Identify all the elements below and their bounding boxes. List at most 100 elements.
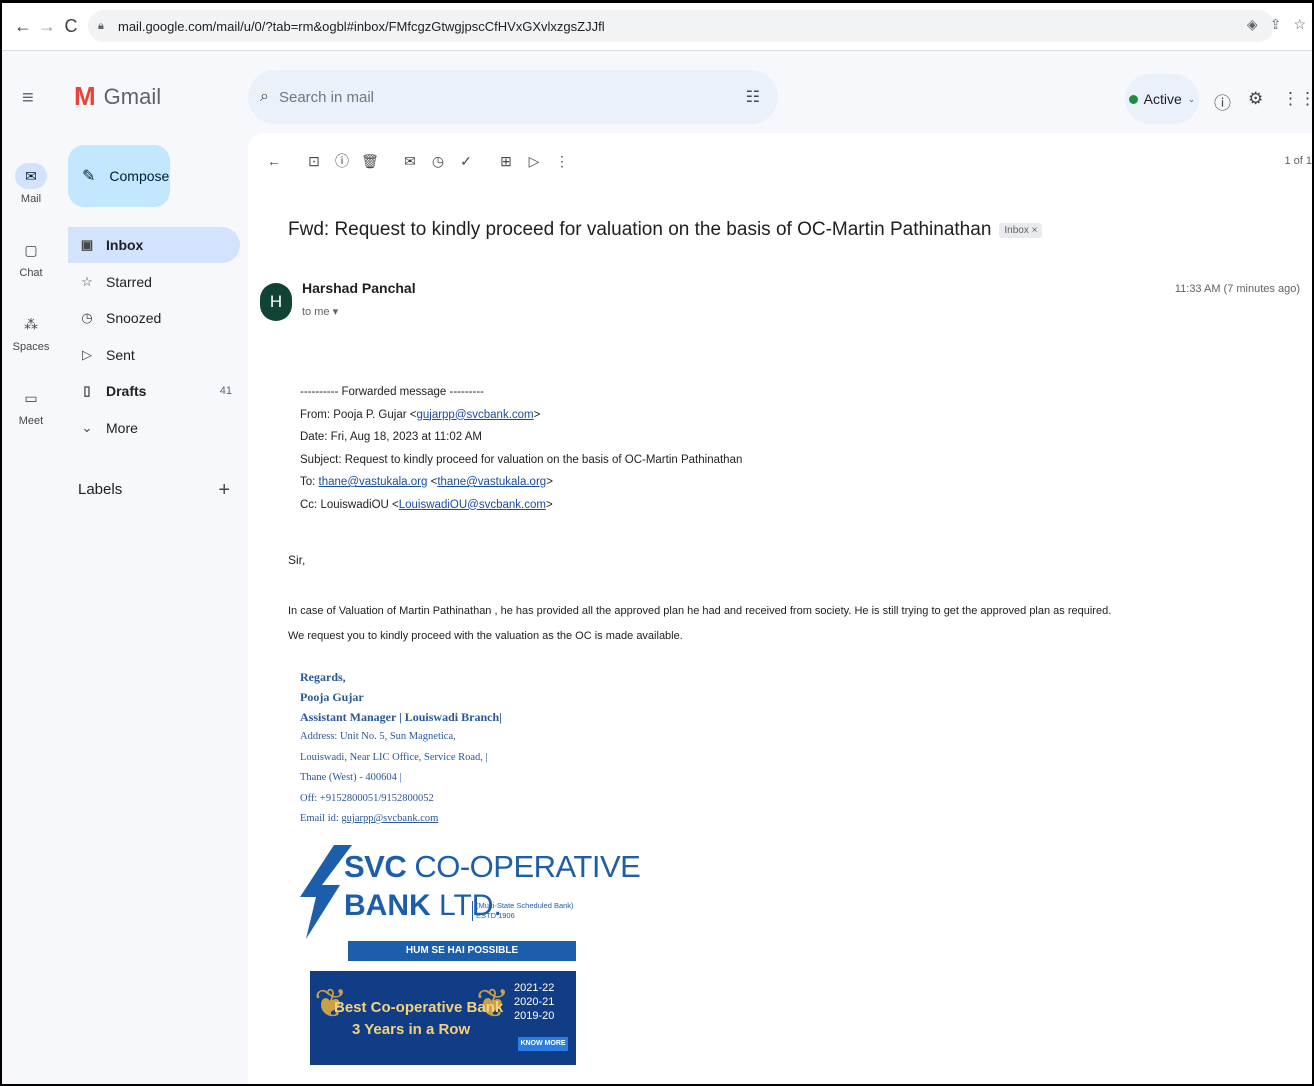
sender-avatar[interactable]: H [260, 283, 292, 321]
sidebar-item-starred[interactable]: ☆ Starred [68, 264, 240, 300]
bank-logo-tagline: (Multi-State Scheduled Bank) ESTD 1906 [472, 901, 574, 921]
address-bar[interactable]: 🔒︎ mail.google.com/mail/u/0/?tab=rm&ogbl… [88, 10, 1274, 42]
sidebar-item-snoozed[interactable]: ◷ Snoozed [68, 300, 240, 336]
email-subject: Fwd: Request to kindly proceed for valua… [288, 219, 992, 240]
gear-icon[interactable]: ⚙ [1248, 89, 1263, 109]
sidebar-item-more[interactable]: ⌄ More [68, 410, 240, 446]
to-email-link-2[interactable]: thane@vastukala.org [437, 476, 546, 488]
cc-email-link[interactable]: LouiswadiOU@svcbank.com [399, 499, 546, 511]
message-body: In case of Valuation of Martin Pathinath… [288, 599, 1188, 649]
sidebar-item-inbox[interactable]: ▣ Inbox [68, 227, 240, 263]
compose-button[interactable]: ✎ Compose [68, 145, 170, 207]
email-signature: Regards, Pooja Gujar Assistant Manager |… [300, 667, 502, 830]
bank-logo-line-1: SVC CO-OPERATIVE [344, 849, 641, 884]
apps-grid-icon[interactable]: ⋮⋮ [1282, 89, 1312, 109]
draft-icon: ▯ [83, 383, 91, 398]
signature-email-link[interactable]: gujarpp@svcbank.com [341, 813, 438, 824]
signature-email: Email id: gujarpp@svcbank.com [300, 813, 439, 824]
bank-slogan-strip: HUM SE HAI POSSIBLE [348, 941, 576, 961]
add-task-icon[interactable]: ✓ [452, 153, 480, 170]
cc-line: Cc: LouiswadiOU <LouiswadiOU@svcbank.com… [300, 498, 553, 511]
message-view: ← ⊡ ⓘ 🗑︎ ✉ ◷ ✓ ⊞ ▷ ⋮ 1 of 1 Fwd: Request… [248, 133, 1312, 1084]
gmail-m-icon: M [74, 81, 96, 111]
signature-phone: Off: +9152800051/9152800052 [300, 792, 434, 804]
gmail-window: ← → C 🔒︎ mail.google.com/mail/u/0/?tab=r… [0, 0, 1314, 1086]
report-spam-icon[interactable]: ⓘ [328, 151, 356, 171]
spaces-icon: ⁂ [24, 316, 38, 332]
labels-heading: Labels [78, 481, 123, 498]
help-icon[interactable]: ⓘ [1214, 89, 1231, 114]
sidebar-nav: ▣ Inbox ☆ Starred ◷ Snoozed ▷ Sent ▯ Dra… [68, 227, 240, 446]
move-to-icon[interactable]: ⊞ [492, 153, 520, 170]
award-banner[interactable]: ❦ ❦ Best Co-operative Bank 3 Years in a … [310, 971, 576, 1065]
drafts-count: 41 [219, 385, 232, 397]
banner-line-2: 3 Years in a Row [352, 1021, 471, 1038]
url-text: mail.google.com/mail/u/0/?tab=rm&ogbl#in… [118, 18, 605, 34]
inbox-label-chip[interactable]: Inbox × [999, 222, 1043, 238]
bank-logo: SVC CO-OPERATIVE BANK LTD. (Multi-State … [300, 845, 641, 975]
to-email-link[interactable]: thane@vastukala.org [319, 476, 428, 488]
main-menu-icon[interactable]: ≡ [22, 87, 34, 110]
know-more-button[interactable]: KNOW MORE [518, 1037, 568, 1051]
search-icon[interactable]: ⌕ [260, 88, 269, 106]
message-timestamp: 11:33 AM (7 minutes ago) [1174, 283, 1300, 295]
forwarded-header: ---------- Forwarded message --------- F… [300, 381, 742, 516]
banner-line-1: Best Co-operative Bank [334, 999, 504, 1016]
label-icon[interactable]: ▷ [520, 153, 548, 170]
recipient-details[interactable]: to me ▾ [302, 305, 338, 318]
rail-item-meet[interactable]: ▭ Meet [2, 385, 60, 427]
delete-icon[interactable]: 🗑︎ [356, 153, 384, 170]
forward-arrow-icon[interactable]: → [36, 16, 58, 38]
from-email-link[interactable]: gujarpp@svcbank.com [416, 409, 533, 421]
subject-line: Fwd: Request to kindly proceed for valua… [288, 219, 1043, 241]
browser-actions: ◈ ⇪ ☆ [1247, 16, 1306, 33]
rail-item-chat[interactable]: ▢ Chat [2, 237, 60, 279]
sidebar-item-sent[interactable]: ▷ Sent [68, 337, 240, 373]
share-icon[interactable]: ⇪ [1270, 16, 1282, 33]
search-bar: ⌕ ☷ [248, 70, 778, 124]
browser-toolbar: ← → C 🔒︎ mail.google.com/mail/u/0/?tab=r… [2, 3, 1312, 51]
to-line: To: thane@vastukala.org <thane@vastukala… [300, 476, 553, 488]
signature-title: Assistant Manager | Louiswadi Branch| [300, 710, 502, 724]
chevron-down-icon: ⌄ [1187, 93, 1196, 104]
back-arrow-icon[interactable]: ← [12, 16, 34, 38]
more-options-icon[interactable]: ⋮ [548, 153, 576, 170]
sidebar-item-drafts[interactable]: ▯ Drafts 41 [68, 373, 240, 409]
signature-address-1: Address: Unit No. 5, Sun Magnetica, [300, 731, 456, 742]
labels-section: Labels + [78, 479, 238, 501]
message-toolbar: ← ⊡ ⓘ 🗑︎ ✉ ◷ ✓ ⊞ ▷ ⋮ [260, 151, 576, 171]
signature-address-2: Louiswadi, Near LIC Office, Service Road… [300, 751, 488, 763]
body-paragraph-2: We request you to kindly proceed with th… [288, 630, 683, 642]
status-dropdown[interactable]: Active ⌄ [1125, 74, 1199, 124]
from-line: From: Pooja P. Gujar <gujarpp@svcbank.co… [300, 408, 541, 421]
add-label-icon[interactable]: + [218, 479, 230, 502]
send-icon: ▷ [82, 346, 92, 362]
signature-regards: Regards, [300, 670, 346, 684]
body-paragraph-1: In case of Valuation of Martin Pathinath… [288, 605, 1112, 617]
subject-line-fwd: Subject: Request to kindly proceed for v… [300, 453, 743, 466]
sender-name[interactable]: Harshad Panchal [302, 280, 416, 296]
snooze-icon[interactable]: ◷ [424, 153, 452, 170]
active-status-dot [1128, 94, 1138, 104]
greeting: Sir, [288, 553, 306, 567]
banner-years: 2021-22 2020-21 2019-20 [514, 982, 555, 1022]
search-options-icon[interactable]: ☷ [746, 87, 760, 107]
star-icon: ☆ [81, 273, 93, 289]
signature-name: Pooja Gujar [300, 690, 364, 704]
extension-icon[interactable]: ◈ [1247, 16, 1258, 33]
mark-unread-icon[interactable]: ✉ [396, 153, 424, 170]
reload-icon[interactable]: C [60, 16, 82, 38]
inbox-icon: ▣ [80, 237, 94, 252]
chevron-down-icon: ⌄ [81, 419, 93, 435]
rail-item-mail[interactable]: ✉ Mail [2, 163, 60, 205]
lock-icon: 🔒︎ [98, 19, 104, 32]
back-to-inbox-icon[interactable]: ← [260, 153, 288, 169]
gmail-logo[interactable]: M Gmail [74, 81, 161, 112]
mail-icon: ✉ [15, 163, 47, 189]
pencil-icon: ✎ [82, 168, 96, 185]
app-rail: ≡ ✉ Mail ▢ Chat ⁂ Spaces ▭ Meet [2, 51, 60, 1084]
archive-icon[interactable]: ⊡ [300, 153, 328, 170]
bookmark-star-icon[interactable]: ☆ [1293, 16, 1306, 33]
rail-item-spaces[interactable]: ⁂ Spaces [2, 311, 60, 353]
search-input[interactable] [278, 88, 679, 106]
